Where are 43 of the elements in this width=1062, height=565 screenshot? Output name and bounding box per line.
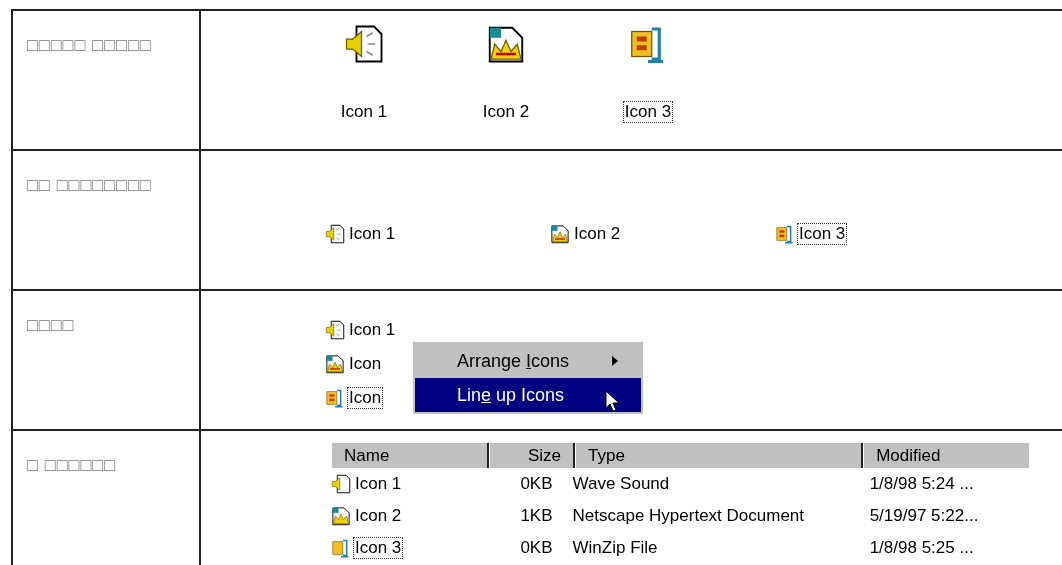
file-type: WinZip File	[572, 538, 658, 558]
crown-document-icon[interactable]	[331, 505, 351, 527]
menu-item[interactable]: Line up Icons	[415, 378, 641, 412]
file-name[interactable]: Icon 3	[353, 537, 404, 559]
file-size: 0KB	[520, 538, 553, 558]
speaker-document-icon[interactable]	[325, 319, 345, 341]
menu-item[interactable]: Arrange Icons	[415, 344, 641, 378]
icon-label[interactable]: Icon 3	[622, 101, 674, 123]
column-header[interactable]: Size	[488, 443, 575, 468]
row-caption: □□□□□ □□□□□	[27, 35, 152, 55]
icon-label[interactable]: Icon 1	[347, 223, 398, 245]
mouse-pointer-icon	[605, 390, 619, 412]
modified-date: 5/19/97 5:22...	[869, 506, 979, 526]
file-name[interactable]: Icon 1	[353, 473, 404, 495]
file-cabinet-clamp-icon[interactable]	[325, 387, 345, 409]
submenu-arrow-icon	[611, 355, 619, 367]
column-header[interactable]: Name	[331, 443, 489, 468]
file-type: Wave Sound	[572, 474, 670, 494]
icon-label[interactable]: Icon 3	[797, 223, 848, 245]
file-size: 0KB	[520, 474, 553, 494]
icon-label[interactable]: Icon	[347, 387, 384, 409]
file-cabinet-clamp-icon[interactable]	[775, 223, 795, 245]
modified-date: 1/8/98 5:25 ...	[869, 538, 974, 558]
modified-date: 1/8/98 5:24 ...	[869, 474, 974, 494]
icon-label[interactable]: Icon	[347, 353, 384, 375]
crown-document-icon[interactable]	[325, 353, 345, 375]
file-name[interactable]: Icon 2	[353, 505, 404, 527]
column-header[interactable]: Modified	[863, 443, 1029, 468]
icon-label[interactable]: Icon 2	[480, 101, 532, 123]
crown-document-icon[interactable]	[550, 223, 570, 245]
speaker-document-icon[interactable]	[325, 223, 345, 245]
row-caption: □ □□□□□□	[27, 455, 117, 475]
row-caption: □□ □□□□□□□□	[27, 175, 152, 195]
file-size: 1KB	[520, 506, 553, 526]
file-type: Netscape Hypertext Document	[572, 506, 805, 526]
icon-label[interactable]: Icon 1	[347, 319, 398, 341]
file-cabinet-clamp-icon[interactable]	[331, 537, 351, 559]
speaker-document-icon[interactable]	[344, 23, 384, 65]
column-header[interactable]: Type	[575, 443, 864, 468]
row-caption: □□□□	[27, 315, 75, 335]
icon-label[interactable]: Icon 2	[572, 223, 623, 245]
speaker-document-icon[interactable]	[331, 473, 351, 495]
icon-label[interactable]: Icon 1	[338, 101, 390, 123]
